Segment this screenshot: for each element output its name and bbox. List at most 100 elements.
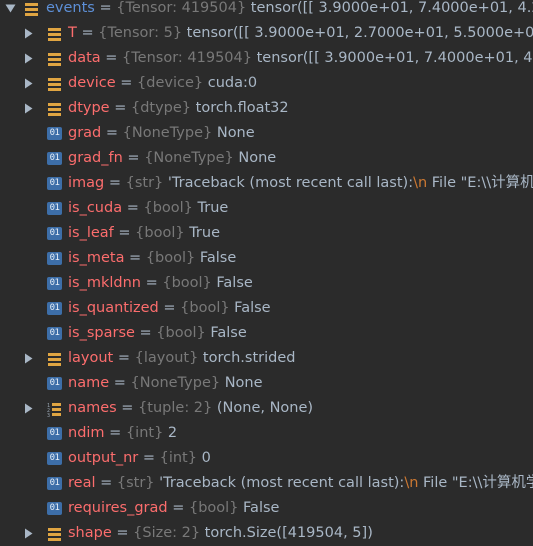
tree-row-is-meta[interactable]: 01 is_meta = {bool} False (0, 246, 533, 271)
tree-row-text: shape = {Size: 2} torch.Size([419504, 5]… (68, 521, 373, 546)
struct-icon (47, 351, 62, 366)
tree-row-text: is_quantized = {bool} False (68, 296, 271, 321)
field-icon: 01 (47, 451, 62, 466)
chevron-down-icon[interactable] (4, 0, 16, 21)
variable-name: dtype (68, 100, 110, 116)
tree-row-text: data = {Tensor: 419504} tensor([[ 3.9000… (68, 46, 533, 71)
chevron-right-icon[interactable] (22, 396, 34, 421)
tree-row-grad-fn[interactable]: 01 grad_fn = {NoneType} None (0, 146, 533, 171)
tree-row-output-nr[interactable]: 01 output_nr = {int} 0 (0, 446, 533, 471)
tree-row-is-cuda[interactable]: 01 is_cuda = {bool} True (0, 196, 533, 221)
equals-sign: = (113, 225, 136, 241)
variable-type: {device} (137, 75, 204, 91)
field-badge: 01 (47, 152, 62, 165)
tree-row-name[interactable]: 01 name = {NoneType} None (0, 371, 533, 396)
tree-row-dtype[interactable]: dtype = {dtype} torch.float32 (0, 96, 533, 121)
tree-row-real[interactable]: 01 real = {str} 'Traceback (most recent c… (0, 471, 533, 496)
equals-sign: = (94, 0, 117, 16)
equals-sign: = (104, 425, 126, 441)
tree-row-data[interactable]: data = {Tensor: 419504} tensor([[ 3.9000… (0, 46, 533, 71)
field-icon: 01 (47, 326, 62, 341)
field-icon: 01 (47, 226, 62, 241)
tree-row-events[interactable]: events = {Tensor: 419504} tensor([[ 3.90… (0, 0, 533, 21)
variable-type: {Size: 2} (133, 525, 201, 541)
equals-sign: = (104, 175, 126, 191)
escape-sequence: \n (413, 175, 428, 191)
variable-type: {Tensor: 419504} (122, 50, 252, 66)
variable-value: torch.float32 (191, 100, 289, 116)
equals-sign: = (138, 450, 160, 466)
equals-sign: = (158, 300, 181, 316)
variable-value: False (238, 500, 280, 516)
field-badge: 01 (47, 477, 62, 490)
chevron-right-icon[interactable] (22, 346, 34, 371)
tree-row-text: is_cuda = {bool} True (68, 196, 228, 221)
chevron-right-icon[interactable] (22, 46, 34, 71)
variable-name: imag (68, 175, 105, 191)
chevron-right-icon[interactable] (22, 21, 34, 46)
variable-name: is_quantized (68, 300, 159, 316)
tree-row-is-mkldnn[interactable]: 01 is_mkldnn = {bool} False (0, 271, 533, 296)
tree-row-text: name = {NoneType} None (68, 371, 263, 396)
variable-type: {dtype} (130, 100, 192, 116)
variable-value: 'Traceback (most recent call last): (163, 175, 414, 191)
variable-value: True (192, 200, 229, 216)
variables-tree: events = {Tensor: 419504} tensor([[ 3.90… (0, 0, 533, 546)
struct-icon (24, 1, 39, 16)
variable-type: {bool} (162, 275, 212, 291)
tree-row-grad[interactable]: 01 grad = {NoneType} None (0, 121, 533, 146)
equals-sign: = (124, 250, 146, 266)
tree-row-is-leaf[interactable]: 01 is_leaf = {bool} True (0, 221, 533, 246)
tree-row-names[interactable]: 1 2 3 names = {tuple: 2} (None, None) (0, 396, 533, 421)
equals-sign: = (111, 525, 134, 541)
tree-row-text: imag = {str} 'Traceback (most recent cal… (68, 171, 533, 196)
tree-row-shape[interactable]: shape = {Size: 2} torch.Size([419504, 5]… (0, 521, 533, 546)
variable-type: {bool} (156, 325, 206, 341)
chevron-right-icon[interactable] (22, 96, 34, 121)
field-badge: 01 (47, 427, 62, 440)
chevron-right-icon[interactable] (22, 521, 34, 546)
field-icon: 01 (47, 376, 62, 391)
variable-name: is_leaf (68, 225, 114, 241)
list-icon: 123 (47, 401, 62, 419)
tree-row-text: requires_grad = {bool} False (68, 496, 279, 521)
tree-row-imag[interactable]: 01 imag = {str} 'Traceback (most recent c… (0, 171, 533, 196)
variable-value: torch.Size([419504, 5]) (200, 525, 373, 541)
field-icon: 01 (47, 501, 62, 516)
variable-type: {str} (125, 175, 164, 191)
struct-icon (47, 526, 62, 541)
equals-sign: = (109, 375, 131, 391)
equals-sign: = (167, 500, 189, 516)
variable-type: {NoneType} (122, 125, 213, 141)
tree-row-is-sparse[interactable]: 01 is_sparse = {bool} False (0, 321, 533, 346)
variable-type: {bool} (189, 500, 239, 516)
equals-sign: = (76, 25, 99, 41)
tree-row-device[interactable]: device = {device} cuda:0 (0, 71, 533, 96)
variable-value: 0 (196, 450, 211, 466)
field-badge: 01 (47, 377, 62, 390)
field-badge: 01 (47, 127, 62, 140)
variable-name: shape (68, 525, 112, 541)
tree-row-text: layout = {layout} torch.strided (68, 346, 295, 371)
variable-type: {Tensor: 419504} (116, 0, 247, 16)
tree-row-is-quantized[interactable]: 01 is_quantized = {bool} False (0, 296, 533, 321)
equals-sign: = (122, 150, 145, 166)
tree-row-requires-grad[interactable]: 01 requires_grad = {bool} False (0, 496, 533, 521)
variable-value-tail: File "E:\\计算机学习\\... (422, 475, 533, 491)
equals-sign: = (113, 350, 135, 366)
tree-row-ndim[interactable]: 01 ndim = {int} 2 (0, 421, 533, 446)
tree-row-text: names = {tuple: 2} (None, None) (68, 396, 313, 421)
equals-sign: = (115, 75, 138, 91)
equals-sign: = (101, 125, 123, 141)
variable-name: is_mkldnn (68, 275, 141, 291)
variable-name: name (68, 375, 110, 391)
field-icon: 01 (47, 301, 62, 316)
chevron-right-icon[interactable] (22, 71, 34, 96)
variable-type: {bool} (143, 200, 193, 216)
field-icon: 01 (47, 476, 62, 491)
equals-sign: = (140, 275, 163, 291)
field-badge: 01 (47, 502, 62, 515)
tree-row-T[interactable]: T = {Tensor: 5} tensor([[ 3.9000e+01, 2.… (0, 21, 533, 46)
tree-row-layout[interactable]: layout = {layout} torch.strided (0, 346, 533, 371)
variable-name: is_cuda (68, 200, 123, 216)
